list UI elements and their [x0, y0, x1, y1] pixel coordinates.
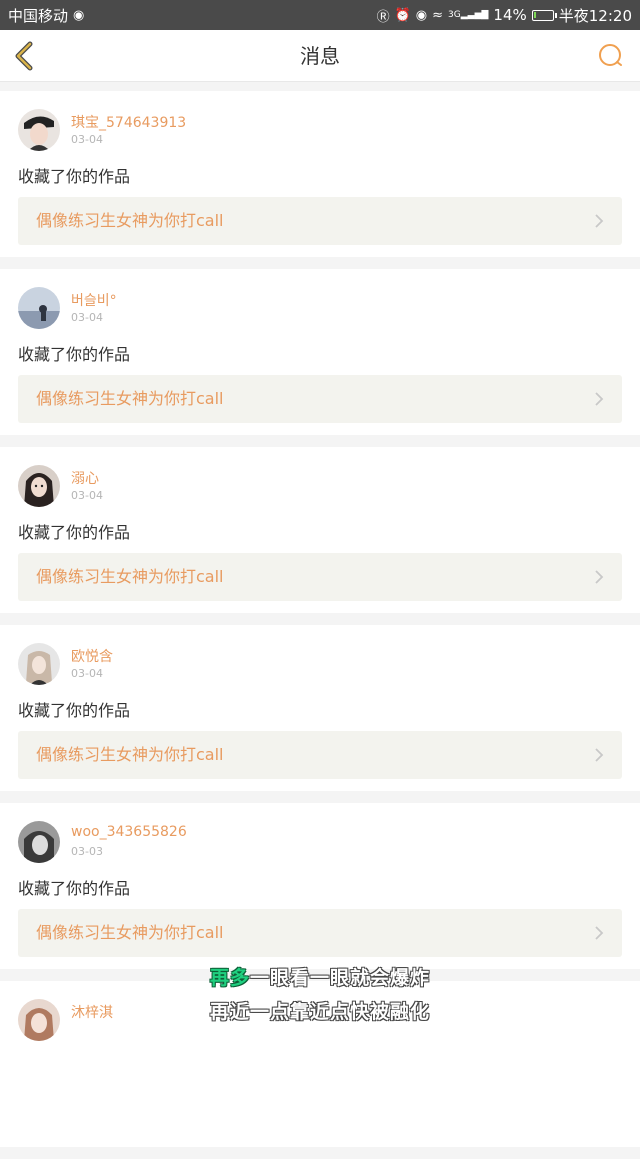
eye-icon: ◉ [415, 7, 428, 23]
work-title: 偶像练习生女神为你打call [36, 211, 224, 230]
avatar[interactable] [18, 465, 60, 507]
work-title: 偶像练习生女神为你打call [36, 923, 224, 942]
nfc-icon: Ⓡ [376, 9, 390, 25]
avatar[interactable] [18, 821, 60, 863]
chevron-right-icon [595, 748, 604, 762]
message-card: 欧悦含 03-04 收藏了你的作品 偶像练习生女神为你打call [0, 625, 640, 791]
work-link[interactable]: 偶像练习生女神为你打call [18, 375, 622, 423]
username[interactable]: woo_343655826 [71, 824, 187, 840]
battery-fill [533, 11, 536, 18]
work-title: 偶像练习生女神为你打call [36, 567, 224, 586]
search-icon [599, 44, 622, 66]
signal-label: 3G [448, 10, 461, 20]
avatar[interactable] [18, 643, 60, 685]
avatar[interactable] [18, 109, 60, 151]
action-text: 收藏了你的作品 [18, 167, 131, 186]
clock: 半夜12:20 [558, 6, 632, 25]
search-button[interactable] [596, 41, 626, 71]
hotspot-icon: ◉ [73, 7, 85, 23]
lyric-line-2: 再近一点靠近点快被融化 [209, 1001, 430, 1023]
action-text: 收藏了你的作品 [18, 879, 131, 898]
battery-percent: 14% [493, 6, 527, 24]
battery-icon [531, 9, 557, 21]
message-date: 03-04 [71, 667, 103, 680]
username[interactable]: 溺心 [71, 468, 99, 488]
status-bar: 中国移动 ◉ Ⓡ ⏰ ◉ ≈ 3G▂▃▅▇ 14% 半夜12:20 [0, 0, 640, 30]
message-card: 琪宝_574643913 03-04 收藏了你的作品 偶像练习生女神为你打cal… [0, 91, 640, 257]
page-title: 消息 [300, 44, 340, 68]
username[interactable]: 欧悦含 [71, 646, 113, 666]
wifi-icon: ≈ [432, 7, 444, 23]
nav-bar: 消息 [0, 30, 640, 82]
action-text: 收藏了你的作品 [18, 523, 131, 542]
work-link[interactable]: 偶像练习生女神为你打call [18, 909, 622, 957]
username[interactable]: 버슬비° [71, 290, 117, 310]
work-title: 偶像练习生女神为你打call [36, 389, 224, 408]
chevron-right-icon [595, 926, 604, 940]
username[interactable]: 琪宝_574643913 [71, 112, 186, 132]
action-text: 收藏了你的作品 [18, 701, 131, 720]
message-date: 03-04 [71, 133, 103, 146]
work-link[interactable]: 偶像练习生女神为你打call [18, 553, 622, 601]
message-card: 버슬비° 03-04 收藏了你的作品 偶像练习生女神为你打call [0, 269, 640, 435]
chevron-right-icon [595, 214, 604, 228]
message-card: woo_343655826 03-03 收藏了你的作品 偶像练习生女神为你打ca… [0, 803, 640, 969]
message-date: 03-03 [71, 845, 103, 858]
work-title: 偶像练习生女神为你打call [36, 745, 224, 764]
action-text: 收藏了你的作品 [18, 345, 131, 364]
alarm-icon: ⏰ [394, 7, 411, 23]
message-date: 03-04 [71, 489, 103, 502]
work-link[interactable]: 偶像练习生女神为你打call [18, 197, 622, 245]
chevron-right-icon [595, 392, 604, 406]
avatar[interactable] [18, 287, 60, 329]
message-card: 溺心 03-04 收藏了你的作品 偶像练习生女神为你打call [0, 447, 640, 613]
lyric-highlight: 再多 [209, 967, 250, 989]
signal-icon: 3G▂▃▅▇ [448, 10, 489, 20]
chevron-right-icon [595, 570, 604, 584]
lyric-rest: 一眼看一眼就会爆炸 [250, 967, 431, 989]
message-date: 03-04 [71, 311, 103, 324]
work-link[interactable]: 偶像练习生女神为你打call [18, 731, 622, 779]
lyric-line-1: 再多一眼看一眼就会爆炸 [0, 963, 640, 990]
carrier-label: 中国移动 [8, 6, 69, 25]
